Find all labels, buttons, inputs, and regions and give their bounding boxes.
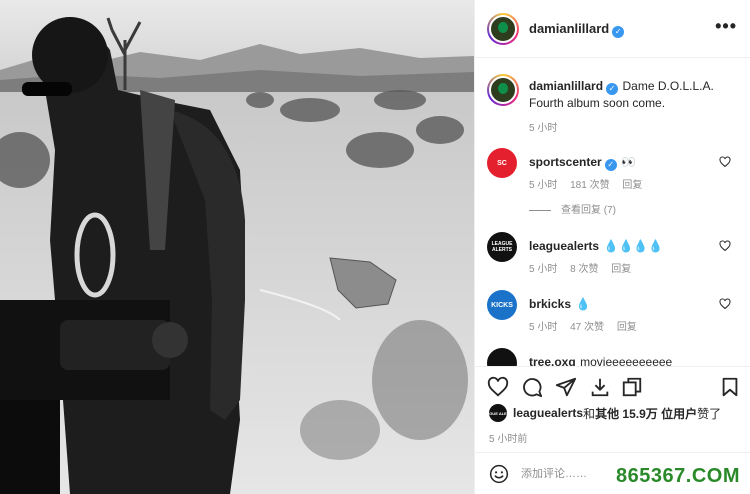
post-header: damianlillard ✓ ••• (475, 0, 750, 58)
bookmark-icon[interactable] (719, 376, 741, 398)
caption-username[interactable]: damianlillard (529, 79, 603, 93)
verified-badge-icon: ✓ (612, 26, 625, 38)
view-replies-button[interactable]: 查看回复 (7) (529, 201, 616, 216)
share-paper-plane-icon[interactable] (555, 376, 577, 398)
verified-badge-icon: ✓ (606, 83, 619, 95)
post-timestamp: 5 小时前 (489, 434, 528, 445)
copy-icon[interactable] (621, 376, 643, 398)
comment-text: movieeeeeeeeee (580, 355, 673, 366)
comment-text: 💧💧💧💧 (603, 239, 664, 253)
post-photo[interactable] (0, 0, 474, 494)
heart-icon[interactable] (719, 298, 731, 310)
comment-likes[interactable]: 8 次赞 (570, 264, 598, 275)
likes-suffix: 赞了 (697, 406, 722, 421)
liker-avatar: LEAGUE ALERTS (481, 404, 515, 422)
commenter-avatar[interactable] (487, 348, 517, 366)
comment-meta: 5 小时 47 次赞 回复 (529, 318, 647, 333)
comment-likes[interactable]: 47 次赞 (570, 322, 604, 333)
comment-time: 5 小时 (529, 264, 558, 275)
header-username[interactable]: damianlillard ✓ (529, 21, 625, 38)
verified-badge-icon: ✓ (604, 159, 617, 171)
divider-line (529, 209, 551, 211)
commenter-avatar[interactable]: LEAGUE ALERTS (487, 232, 517, 262)
action-bar (475, 366, 750, 406)
more-options-button[interactable]: ••• (715, 17, 737, 35)
comment-item: LEAGUE ALERTS leaguealerts 💧💧💧💧 5 小时 8 次… (475, 232, 750, 292)
comment-body: leaguealerts 💧💧💧💧 (529, 238, 709, 254)
comment-body: brkicks 💧 (529, 296, 709, 312)
comments-list[interactable]: damianlillard ✓ Dame D.O.L.L.A. Fourth al… (475, 58, 750, 366)
comment-meta: 5 小时 181 次赞 回复 (529, 176, 652, 191)
comment-meta: 5 小时 8 次赞 回复 (529, 260, 641, 275)
reply-button[interactable]: 回复 (617, 322, 637, 333)
comment-text: 👀 (621, 155, 637, 169)
reply-button[interactable]: 回复 (622, 180, 642, 191)
comment-text: 💧 (575, 297, 591, 311)
like-heart-icon[interactable] (487, 376, 509, 398)
likes-others[interactable]: 其他 15.9万 位用户 (595, 405, 697, 422)
comment-body: tree.oxg movieeeeeeeeee (529, 354, 709, 366)
profile-avatar[interactable] (487, 13, 519, 45)
likes-and: 和 (583, 406, 596, 421)
liker-username[interactable]: leaguealerts (513, 406, 583, 420)
likes-summary[interactable]: LEAGUE ALERTS leaguealerts 和 其他 15.9万 位用… (481, 404, 722, 422)
comment-time: 5 小时 (529, 322, 558, 333)
download-icon[interactable] (589, 376, 611, 398)
commenter-username[interactable]: leaguealerts (529, 239, 599, 253)
comment-likes[interactable]: 181 次赞 (570, 180, 609, 191)
comment-bubble-icon[interactable] (521, 376, 543, 398)
watermark-text: 865367.COM (616, 465, 740, 487)
commenter-username[interactable]: tree.oxg (529, 355, 576, 366)
commenter-avatar[interactable]: KICKS (487, 290, 517, 320)
caption: damianlillard ✓ Dame D.O.L.L.A. Fourth al… (529, 78, 729, 111)
comment-time: 5 小时 (529, 180, 558, 191)
heart-icon[interactable] (719, 156, 731, 168)
caption-time: 5 小时 (529, 123, 558, 134)
comment-body: sportscenter ✓ 👀 (529, 154, 709, 171)
post-side-panel: damianlillard ✓ ••• damianlillard ✓ Dame D… (474, 0, 750, 494)
comment-item: SC sportscenter ✓ 👀 5 小时 181 次赞 回复 查看回复 (… (475, 148, 750, 216)
comment-item: KICKS brkicks 💧 5 小时 47 次赞 回复 (475, 290, 750, 350)
caption-avatar[interactable] (487, 74, 519, 106)
comment-item: tree.oxg movieeeeeeeeee (475, 348, 750, 366)
emoji-icon[interactable] (489, 464, 509, 484)
heart-icon[interactable] (719, 240, 731, 252)
commenter-username[interactable]: sportscenter (529, 155, 602, 169)
commenter-username[interactable]: brkicks (529, 297, 571, 311)
photo-illustration (0, 0, 474, 494)
commenter-avatar[interactable]: SC (487, 148, 517, 178)
reply-button[interactable]: 回复 (611, 264, 631, 275)
